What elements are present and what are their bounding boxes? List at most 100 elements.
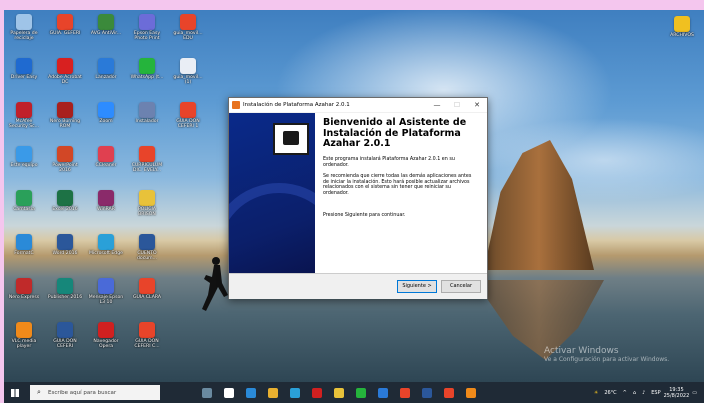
taskbar-app-icon[interactable]	[268, 387, 278, 398]
app-icon	[57, 234, 73, 250]
desktop-icon-label: Zoom	[99, 119, 113, 124]
dialog-titlebar[interactable]: Instalación de Plataforma Azahar 2.0.1 —…	[229, 98, 487, 112]
close-button[interactable]: ✕	[467, 101, 487, 109]
desktop-icon[interactable]: Papelera de reciclaje	[6, 12, 42, 50]
desktop-icon[interactable]: POLICIA BRISON	[129, 188, 165, 226]
desktop-icon[interactable]: GUIA DON CEFERI	[47, 320, 83, 358]
app-icon	[16, 146, 32, 162]
app-icon	[16, 278, 32, 294]
app-icon	[16, 190, 32, 206]
minimize-button[interactable]: —	[427, 101, 447, 109]
desktop-icon[interactable]: Este equipo	[6, 144, 42, 182]
app-icon	[57, 102, 73, 118]
desktop-icon[interactable]: WinRAR	[88, 188, 124, 226]
desktop-icon[interactable]: FormatC	[6, 232, 42, 270]
app-icon	[98, 322, 114, 338]
start-button[interactable]	[4, 382, 26, 403]
desktop-icon-label: GUIA DON CEFERI 1	[176, 119, 200, 130]
desktop-icon-label: Navegador Opera	[93, 339, 119, 350]
desktop-icon[interactable]: Microsoft Edge	[88, 232, 124, 270]
wallpaper-runner	[202, 257, 228, 311]
app-icon	[57, 14, 73, 30]
app-icon	[139, 146, 155, 162]
clock[interactable]: 19:35 25/8/2022	[664, 387, 690, 399]
desktop-icon[interactable]: AVG AntiVir...	[88, 12, 124, 50]
desktop-icon-archivos[interactable]: ARCHIVOS	[664, 14, 700, 52]
desktop-icon[interactable]: Epson Easy Photo Print	[129, 12, 165, 50]
desktop-icon[interactable]: WhatsApp (t...	[129, 56, 165, 94]
desktop-icon[interactable]: Camtasia	[6, 188, 42, 226]
desktop-icon[interactable]: Instalador	[129, 100, 165, 138]
taskbar-app-icon[interactable]	[400, 387, 410, 398]
desktop-icon[interactable]: Driver Easy	[6, 56, 42, 94]
taskbar-app-icon[interactable]	[224, 387, 234, 398]
desktop-icon[interactable]: GUIA CLARA	[129, 276, 165, 314]
activation-watermark: Activar Windows Ve a Configuración para …	[544, 346, 669, 363]
desktop-icon-label: Word 2016	[52, 251, 78, 256]
installer-logo-icon	[273, 123, 309, 155]
watermark-title: Activar Windows	[544, 346, 619, 356]
desktop-icon[interactable]: CUENTO docum...	[129, 232, 165, 270]
desktop-icon[interactable]: CCleaner	[88, 144, 124, 182]
taskbar-app-icon[interactable]	[356, 387, 366, 398]
desktop-icon[interactable]: guia_movil... EDU	[170, 12, 206, 50]
desktop-icon[interactable]: Excel 2016	[47, 188, 83, 226]
wallpaper-rock	[484, 140, 594, 270]
desktop-icon[interactable]: CURRICULUM DIC. EVELY...	[129, 144, 165, 182]
network-icon[interactable]: ⌂	[633, 390, 636, 396]
language-indicator[interactable]: ESP	[651, 390, 660, 396]
notifications-icon[interactable]: ▭	[692, 390, 697, 396]
desktop-icon-label: Camtasia	[13, 207, 35, 212]
taskbar-app-icon[interactable]	[334, 387, 344, 398]
volume-icon[interactable]: ♪	[642, 390, 645, 396]
desktop-icon-label: guia_movil... (1)	[173, 75, 203, 86]
desktop-icon[interactable]: Nero Burning ROM	[47, 100, 83, 138]
app-icon	[16, 102, 32, 118]
tray-chevron-icon[interactable]: ^	[623, 390, 627, 396]
desktop-icon-label: GUIA CLARA	[132, 295, 162, 300]
taskbar: ⌕ Escribe aquí para buscar ☀ 26°C ^ ⌂ ♪ …	[4, 382, 704, 403]
desktop-icon-label: Nero Express	[8, 295, 40, 300]
desktop-icon[interactable]: Publisher 2016	[47, 276, 83, 314]
desktop-icon-label: WhatsApp (t...	[130, 75, 164, 80]
installer-dialog: Instalación de Plataforma Azahar 2.0.1 —…	[228, 97, 488, 299]
desktop-icon[interactable]: GUIA DON CEFERI C...	[129, 320, 165, 358]
desktop-icon[interactable]: guia_movil... (1)	[170, 56, 206, 94]
app-icon	[57, 58, 73, 74]
app-icon	[139, 14, 155, 30]
desktop-icon[interactable]: VLC media player	[6, 320, 42, 358]
cancel-button[interactable]: Cancelar	[441, 280, 481, 293]
app-icon	[16, 234, 32, 250]
desktop-icon[interactable]: Nero Express	[6, 276, 42, 314]
app-icon	[98, 58, 114, 74]
desktop-icon[interactable]: Word 2016	[47, 232, 83, 270]
taskbar-app-icon[interactable]	[312, 387, 322, 398]
desktop-icon[interactable]: GUIA DON CEFERI 1	[170, 100, 206, 138]
desktop-icon-label: Este equipo	[10, 163, 38, 168]
temperature[interactable]: 26°C	[604, 390, 616, 396]
desktop-icon[interactable]: GUIA. GEFERI	[47, 12, 83, 50]
app-icon	[98, 146, 114, 162]
desktop-icon[interactable]: PowerPoint 2016	[47, 144, 83, 182]
desktop-icon[interactable]: McAfee Security Sc...	[6, 100, 42, 138]
taskbar-app-icon[interactable]	[466, 387, 476, 398]
desktop-icon[interactable]: Navegador Opera	[88, 320, 124, 358]
app-icon	[98, 234, 114, 250]
taskbar-app-icon[interactable]	[444, 387, 454, 398]
desktop-icon[interactable]: Lanzador	[88, 56, 124, 94]
desktop-icon-label: CURRICULUM DIC. EVELY...	[131, 163, 163, 174]
taskbar-app-icon[interactable]	[202, 387, 212, 398]
search-placeholder: Escribe aquí para buscar	[48, 389, 117, 396]
taskbar-app-icon[interactable]	[246, 387, 256, 398]
taskbar-app-icon[interactable]	[422, 387, 432, 398]
taskbar-app-icon[interactable]	[378, 387, 388, 398]
taskbar-search[interactable]: ⌕ Escribe aquí para buscar	[30, 385, 160, 400]
app-icon	[16, 58, 32, 74]
taskbar-app-icon[interactable]	[290, 387, 300, 398]
desktop-icon[interactable]: Mensaje Epson L3 10	[88, 276, 124, 314]
desktop-icon-label: CUENTO docum...	[136, 251, 158, 262]
desktop-icon[interactable]: Zoom	[88, 100, 124, 138]
desktop-icon[interactable]: Adobe Acrobat DC	[47, 56, 83, 94]
next-button[interactable]: Siguiente >	[397, 280, 437, 293]
folder-icon	[674, 16, 690, 32]
